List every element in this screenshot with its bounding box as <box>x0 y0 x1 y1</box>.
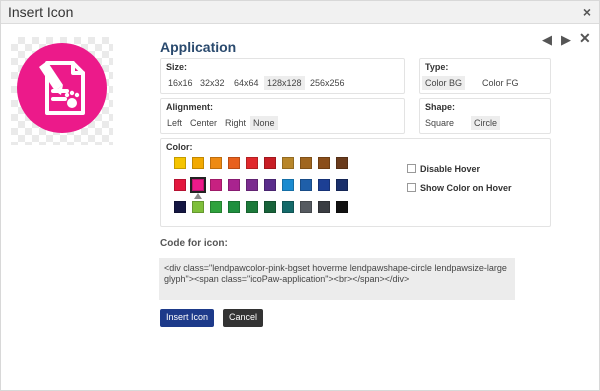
color-swatch[interactable] <box>246 157 258 169</box>
color-swatch[interactable] <box>174 179 186 191</box>
previous-icon[interactable]: ◀ <box>542 32 552 48</box>
color-swatch[interactable] <box>210 157 222 169</box>
size-option-32[interactable]: 32x32 <box>197 76 228 90</box>
alignment-label: Alignment: <box>166 102 213 112</box>
cancel-button[interactable]: Cancel <box>223 309 264 327</box>
color-swatch[interactable] <box>264 157 276 169</box>
color-swatch[interactable] <box>210 201 222 213</box>
show-color-on-hover-label: Show Color on Hover <box>420 183 512 193</box>
code-label: Code for icon: <box>160 238 228 249</box>
color-swatch[interactable] <box>264 201 276 213</box>
size-option-128[interactable]: 128x128 <box>264 76 305 90</box>
type-option-color-fg[interactable]: Color FG <box>479 76 522 90</box>
size-option-256[interactable]: 256x256 <box>307 76 348 90</box>
color-swatch[interactable] <box>282 157 294 169</box>
color-swatch[interactable] <box>228 179 240 191</box>
alignment-option-left[interactable]: Left <box>164 116 185 130</box>
disable-hover-checkbox[interactable] <box>407 164 416 173</box>
type-box: Type: Color BG Color FG <box>419 58 551 94</box>
color-swatch[interactable] <box>318 201 330 213</box>
type-option-color-bg[interactable]: Color BG <box>422 76 466 90</box>
color-swatch[interactable] <box>246 179 258 191</box>
code-output[interactable]: <div class="lendpawcolor-pink-bgset hove… <box>159 258 515 300</box>
color-swatch[interactable] <box>192 201 204 213</box>
dialog-body: ◀ ▶ ✕ Application Size: 16x16 32x32 64x6… <box>1 25 599 390</box>
color-swatch[interactable] <box>174 157 186 169</box>
selected-color-marker <box>194 193 202 199</box>
alignment-box: Alignment: Left Center Right None <box>160 98 405 134</box>
color-swatch[interactable] <box>228 201 240 213</box>
color-swatch[interactable] <box>228 157 240 169</box>
color-swatch[interactable] <box>300 179 312 191</box>
shape-label: Shape: <box>425 102 456 112</box>
show-color-on-hover-checkbox[interactable] <box>407 183 416 192</box>
color-swatch[interactable] <box>300 157 312 169</box>
alignment-option-none[interactable]: None <box>250 116 278 130</box>
size-option-64[interactable]: 64x64 <box>231 76 262 90</box>
alignment-option-center[interactable]: Center <box>187 116 220 130</box>
next-icon[interactable]: ▶ <box>561 32 571 48</box>
color-swatch[interactable] <box>246 201 258 213</box>
document-paw-icon <box>39 61 85 115</box>
type-label: Type: <box>425 62 449 72</box>
color-swatch[interactable] <box>318 157 330 169</box>
alignment-option-right[interactable]: Right <box>222 116 249 130</box>
size-option-16[interactable]: 16x16 <box>165 76 196 90</box>
color-swatch[interactable] <box>192 157 204 169</box>
color-swatch[interactable] <box>300 201 312 213</box>
size-label: Size: <box>166 62 188 72</box>
color-box: Color: Disable Hover Show Color on Hover <box>160 138 551 227</box>
disable-hover-option[interactable]: Disable Hover <box>407 164 480 174</box>
icon-preview-circle <box>17 43 107 133</box>
icon-preview <box>11 37 113 145</box>
color-swatch[interactable] <box>190 177 206 193</box>
size-box: Size: 16x16 32x32 64x64 128x128 256x256 <box>160 58 405 94</box>
show-color-on-hover-option[interactable]: Show Color on Hover <box>407 183 512 193</box>
shape-option-square[interactable]: Square <box>422 116 457 130</box>
insert-icon-dialog: Insert Icon × ◀ ▶ ✕ Application Size: 16… <box>0 0 600 391</box>
color-label: Color: <box>166 142 193 152</box>
color-swatch[interactable] <box>336 201 348 213</box>
close-icon[interactable]: ✕ <box>579 30 591 47</box>
color-swatch[interactable] <box>336 157 348 169</box>
color-swatch[interactable] <box>318 179 330 191</box>
color-swatch[interactable] <box>264 179 276 191</box>
dialog-title: Insert Icon <box>8 4 74 20</box>
icon-name-heading: Application <box>160 39 237 55</box>
shape-option-circle[interactable]: Circle <box>471 116 501 130</box>
shape-box: Shape: Square Circle <box>419 98 551 134</box>
color-swatch[interactable] <box>210 179 222 191</box>
color-swatch[interactable] <box>336 179 348 191</box>
color-swatch[interactable] <box>174 201 186 213</box>
disable-hover-label: Disable Hover <box>420 164 481 174</box>
close-icon[interactable]: × <box>583 4 591 20</box>
color-swatch[interactable] <box>282 179 294 191</box>
color-swatch[interactable] <box>282 201 294 213</box>
insert-icon-button[interactable]: Insert Icon <box>160 309 215 327</box>
dialog-titlebar: Insert Icon × <box>1 1 599 24</box>
